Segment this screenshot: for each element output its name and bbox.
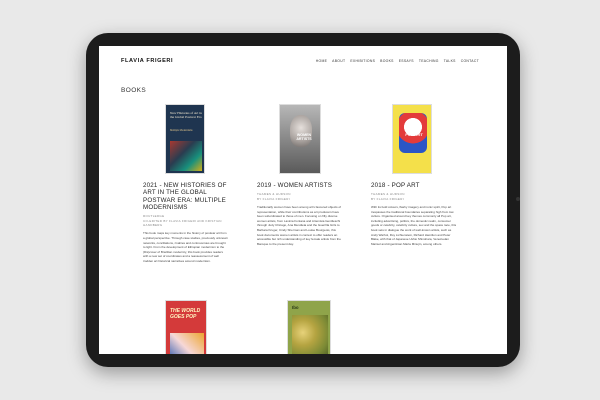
nav-exhibitions[interactable]: EXHIBITIONS bbox=[350, 59, 375, 63]
nav-home[interactable]: HOME bbox=[316, 59, 327, 63]
cover-subtitle: Multiple Modernisms bbox=[170, 129, 193, 132]
book-description: This book maps key moments in the histor… bbox=[143, 231, 228, 263]
book-title[interactable]: 2021 - NEW HISTORIES OF ART IN THE GLOBA… bbox=[143, 182, 229, 211]
cover-title: WOMEN ARTISTS bbox=[296, 133, 312, 142]
book-title[interactable]: 2019 - WOMEN ARTISTS bbox=[257, 182, 343, 189]
book-cover-ibo[interactable]: Ibo bbox=[287, 300, 331, 354]
cover-title: POP ART bbox=[405, 132, 423, 137]
site-title[interactable]: FLAVIA FRIGERI bbox=[121, 58, 173, 64]
cover-title: Ibo bbox=[292, 305, 299, 310]
cover-artwork bbox=[292, 315, 328, 354]
nav-essays[interactable]: ESSAYS bbox=[399, 59, 414, 63]
book-entry-pop-art: 2018 - POP ART THAMES & HUDSON BY FLAVIA… bbox=[371, 182, 457, 246]
camera-icon bbox=[516, 197, 520, 201]
cover-artwork bbox=[170, 141, 202, 171]
book-entry-new-histories: 2021 - NEW HISTORIES OF ART IN THE GLOBA… bbox=[143, 182, 229, 264]
book-cover-new-histories[interactable]: New Histories of Art in the Global Postw… bbox=[165, 104, 205, 174]
nav-books[interactable]: BOOKS bbox=[380, 59, 394, 63]
cover-portrait bbox=[290, 115, 312, 147]
book-description: With its bold colours, flashy imagery an… bbox=[371, 205, 457, 246]
main-nav: HOME ABOUT EXHIBITIONS BOOKS ESSAYS TEAC… bbox=[316, 59, 479, 63]
browser-viewport[interactable]: FLAVIA FRIGERI HOME ABOUT EXHIBITIONS BO… bbox=[99, 46, 507, 354]
book-cover-world-goes-pop[interactable]: THE WORLD GOES POP bbox=[165, 300, 207, 354]
book-meta: ROUTLEDGE CO-EDITED BY FLAVIA FRIGERI AN… bbox=[143, 214, 222, 227]
nav-teaching[interactable]: TEACHING bbox=[419, 59, 439, 63]
book-title[interactable]: 2018 - POP ART bbox=[371, 182, 457, 189]
page-title: BOOKS bbox=[121, 87, 147, 94]
nav-talks[interactable]: TALKS bbox=[444, 59, 456, 63]
nav-contact[interactable]: CONTACT bbox=[461, 59, 479, 63]
book-meta: THAMES & HUDSON BY FLAVIA FRIGERI bbox=[257, 192, 291, 201]
book-entry-women-artists: 2019 - WOMEN ARTISTS THAMES & HUDSON BY … bbox=[257, 182, 343, 246]
book-cover-women-artists[interactable]: WOMEN ARTISTS bbox=[279, 104, 321, 174]
cover-title: New Histories of Art in the Global Postw… bbox=[170, 111, 202, 119]
nav-about[interactable]: ABOUT bbox=[332, 59, 345, 63]
cover-artwork bbox=[170, 333, 204, 354]
cover-title: THE WORLD GOES POP bbox=[170, 308, 201, 320]
site-header: FLAVIA FRIGERI HOME ABOUT EXHIBITIONS BO… bbox=[99, 46, 507, 78]
book-description: Traditionally women have been among art'… bbox=[257, 205, 342, 246]
book-meta: THAMES & HUDSON BY FLAVIA FRIGERI bbox=[371, 192, 405, 201]
book-cover-pop-art[interactable]: POP ART bbox=[392, 104, 432, 174]
